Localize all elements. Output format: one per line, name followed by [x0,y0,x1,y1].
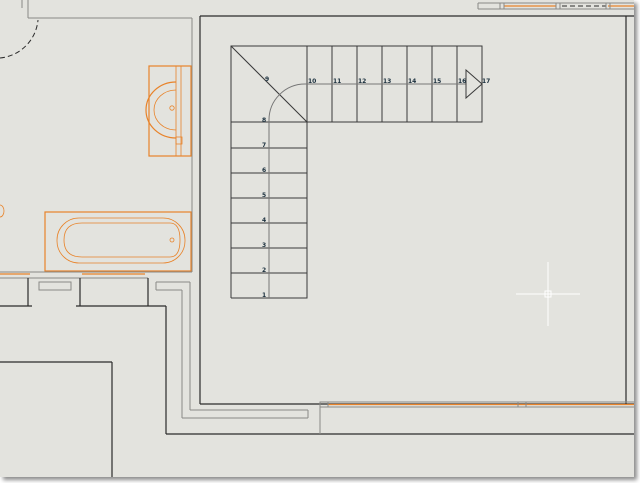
step-number: 4 [262,217,266,224]
step-number: 8 [262,117,266,124]
step-number: 10 [308,78,316,85]
bottom-window [319,401,634,408]
step-number: 5 [262,192,266,199]
crosshair-cursor-icon [516,262,580,326]
step-number: 16 [458,78,466,85]
floor-plan-svg[interactable]: 1 2 3 4 5 6 7 8 9 10 11 12 13 14 15 16 1… [0,0,634,477]
step-number: 11 [333,78,341,85]
right-room-walls [199,15,634,405]
step-number: 17 [482,78,490,85]
step-number: 12 [358,78,366,85]
step-number: 14 [408,78,416,85]
step-number: 9 [265,76,269,83]
lower-left-walls [0,271,634,477]
bathtub-fixture[interactable] [44,211,192,272]
step-number: 7 [262,142,266,149]
top-left-walls [21,0,193,272]
cad-viewport[interactable]: 1 2 3 4 5 6 7 8 9 10 11 12 13 14 15 16 1… [0,0,640,483]
step-number: 2 [262,267,266,274]
step-number: 3 [262,242,266,249]
drawing-canvas[interactable]: 1 2 3 4 5 6 7 8 9 10 11 12 13 14 15 16 1… [0,0,634,477]
staircase[interactable] [230,45,483,299]
top-right-window [477,2,634,10]
step-number: 13 [383,78,391,85]
stair-direction-arrow [465,68,483,100]
stair-step-numbers: 1 2 3 4 5 6 7 8 9 10 11 12 13 14 15 16 1… [262,76,490,299]
washbasin-fixture[interactable] [145,65,192,157]
step-number: 6 [262,167,266,174]
step-number: 15 [433,78,441,85]
door-swing-arc [0,19,39,59]
step-number: 1 [262,292,266,299]
left-edge-mark [0,204,5,218]
